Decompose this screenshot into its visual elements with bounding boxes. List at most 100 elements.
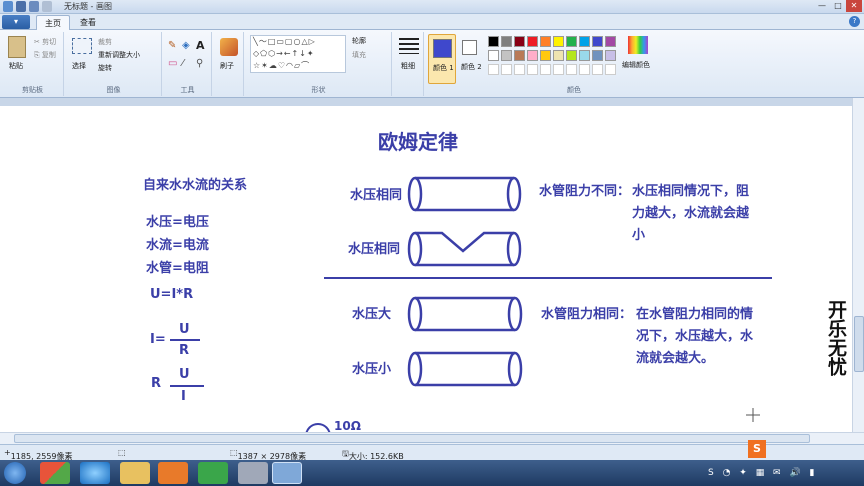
- palette-swatch[interactable]: [501, 36, 512, 47]
- select-button[interactable]: 选择: [72, 61, 86, 71]
- tab-home[interactable]: 主页: [36, 15, 70, 30]
- outline-button[interactable]: 轮廓: [352, 36, 366, 46]
- edit-colors-icon[interactable]: [628, 36, 648, 54]
- note1-line-3: 小: [632, 228, 646, 243]
- palette-swatch[interactable]: [579, 50, 590, 61]
- taskbar-windows-icon[interactable]: [40, 462, 70, 484]
- image-dimensions: ⬚ 1387 × 2978像素: [230, 448, 307, 461]
- copy-button[interactable]: ⎘ 复制: [34, 50, 56, 60]
- resize-button[interactable]: 重新调整大小: [98, 50, 140, 60]
- palette-swatch[interactable]: [501, 50, 512, 61]
- vertical-scroll-thumb[interactable]: [854, 316, 864, 372]
- status-bar: + 1185, 2559像素 ⬚ ⬚ 1387 × 2978像素 🖫 大小: 1…: [0, 444, 864, 461]
- shapes-gallery[interactable]: ╲〜□▭▢○△▷ ◇⬠⬡→←↑↓✦ ☆✶☁♡◠▱⌒: [250, 35, 346, 73]
- copy-label: 复制: [41, 51, 56, 59]
- palette-swatch[interactable]: [488, 36, 499, 47]
- palette-swatch-empty[interactable]: [514, 64, 525, 75]
- crosshair-cursor-icon: [746, 408, 760, 422]
- pencil-icon[interactable]: ✎: [168, 40, 176, 51]
- magnifier-icon[interactable]: ⚲: [196, 58, 203, 69]
- taskbar-ie-icon[interactable]: [80, 462, 110, 484]
- start-button[interactable]: [4, 462, 26, 484]
- palette-swatch[interactable]: [592, 50, 603, 61]
- palette-swatch-empty[interactable]: [540, 64, 551, 75]
- horizontal-scrollbar[interactable]: [0, 432, 864, 444]
- fill-icon[interactable]: ◈: [182, 40, 190, 51]
- color2-button[interactable]: 颜色 2: [458, 34, 484, 84]
- rotate-button[interactable]: 旋转: [98, 63, 112, 73]
- taskbar-tool-icon[interactable]: [238, 462, 268, 484]
- canvas-top-border: [0, 98, 864, 106]
- eraser-icon[interactable]: ▭: [168, 58, 177, 69]
- crop-button[interactable]: 裁剪: [98, 37, 112, 47]
- brush-icon[interactable]: [220, 38, 238, 56]
- palette-swatch[interactable]: [605, 50, 616, 61]
- line-size-icon[interactable]: [399, 38, 419, 54]
- undo-icon[interactable]: [29, 1, 39, 12]
- palette-swatch[interactable]: [514, 36, 525, 47]
- resistor-value: 10Ω: [334, 419, 361, 432]
- palette-swatch[interactable]: [514, 50, 525, 61]
- palette-swatch-empty[interactable]: [579, 64, 590, 75]
- palette-swatch[interactable]: [566, 36, 577, 47]
- note1-line-2: 力越大，水流就会越: [632, 206, 750, 221]
- taskbar-paint-icon[interactable]: [272, 462, 302, 484]
- brushes-button[interactable]: 刷子: [220, 61, 234, 71]
- drawing-canvas[interactable]: 欧姆定律 自来水水流的关系 水压=电压 水流=电流 水管=电阻 U=I*R I=…: [0, 106, 852, 432]
- palette-swatch[interactable]: [540, 36, 551, 47]
- palette-swatch-empty[interactable]: [527, 64, 538, 75]
- save-icon[interactable]: [16, 1, 26, 12]
- taskbar-folder-icon[interactable]: [120, 462, 150, 484]
- paste-button[interactable]: 粘贴: [9, 61, 23, 71]
- palette-swatch[interactable]: [605, 36, 616, 47]
- fill-button[interactable]: 填充: [352, 50, 366, 60]
- pipe-diagram: [305, 176, 772, 432]
- vertical-scrollbar[interactable]: [852, 98, 864, 432]
- color-picker-icon[interactable]: ⁄: [182, 58, 184, 69]
- palette-swatch[interactable]: [579, 36, 590, 47]
- close-button[interactable]: ✕: [846, 0, 862, 12]
- palette-swatch-empty[interactable]: [566, 64, 577, 75]
- image-group: 选择 裁剪 重新调整大小 旋转 图像: [66, 32, 162, 96]
- paste-icon[interactable]: [8, 36, 26, 58]
- help-icon[interactable]: ?: [849, 16, 860, 27]
- palette-swatch[interactable]: [566, 50, 577, 61]
- system-tray[interactable]: S ◔ ✦ ▦ ✉ 🔊 ▮: [708, 464, 858, 482]
- palette-swatch-empty[interactable]: [605, 64, 616, 75]
- maximize-button[interactable]: □: [830, 0, 846, 12]
- palette-swatch[interactable]: [527, 50, 538, 61]
- select-icon[interactable]: [72, 38, 92, 54]
- note1-label: 水管阻力不同：: [539, 184, 631, 199]
- size-button[interactable]: 粗细: [401, 61, 415, 71]
- palette-swatch[interactable]: [553, 36, 564, 47]
- palette-swatch[interactable]: [488, 50, 499, 61]
- palette-swatch-empty[interactable]: [488, 64, 499, 75]
- cut-button[interactable]: ✂ 剪切: [34, 37, 56, 47]
- palette-swatch-empty[interactable]: [501, 64, 512, 75]
- taskbar-media-icon[interactable]: [158, 462, 188, 484]
- clipboard-group: 粘贴 ✂ 剪切 ⎘ 复制 剪贴板: [2, 32, 64, 96]
- palette-swatch[interactable]: [527, 36, 538, 47]
- palette-swatch[interactable]: [540, 50, 551, 61]
- redo-icon[interactable]: [42, 1, 52, 12]
- ime-sogou-icon[interactable]: S: [748, 440, 766, 458]
- palette-swatch[interactable]: [592, 36, 603, 47]
- palette-swatch-empty[interactable]: [592, 64, 603, 75]
- palette-swatch[interactable]: [553, 50, 564, 61]
- palette-swatch-empty[interactable]: [553, 64, 564, 75]
- pipe-3: [407, 296, 523, 332]
- taskbar-app-icon[interactable]: [198, 462, 228, 484]
- text-icon[interactable]: A: [196, 39, 205, 52]
- paint-app-icon[interactable]: [3, 1, 13, 12]
- note2-line-2: 况下，水压越大，水: [636, 329, 754, 344]
- colors-group-label: 颜色: [567, 86, 581, 94]
- tab-view[interactable]: 查看: [72, 15, 104, 30]
- minimize-button[interactable]: —: [814, 0, 830, 12]
- color1-button[interactable]: 颜色 1: [428, 34, 456, 84]
- horizontal-scroll-thumb[interactable]: [14, 434, 810, 443]
- partial-circle: [305, 423, 331, 432]
- shapes-group: ╲〜□▭▢○△▷ ◇⬠⬡→←↑↓✦ ☆✶☁♡◠▱⌒ 轮廓 填充 形状: [246, 32, 392, 96]
- color2-swatch: [462, 40, 477, 55]
- edit-colors-button[interactable]: 编辑颜色: [622, 60, 650, 70]
- paint-menu-button[interactable]: ▾: [2, 15, 30, 29]
